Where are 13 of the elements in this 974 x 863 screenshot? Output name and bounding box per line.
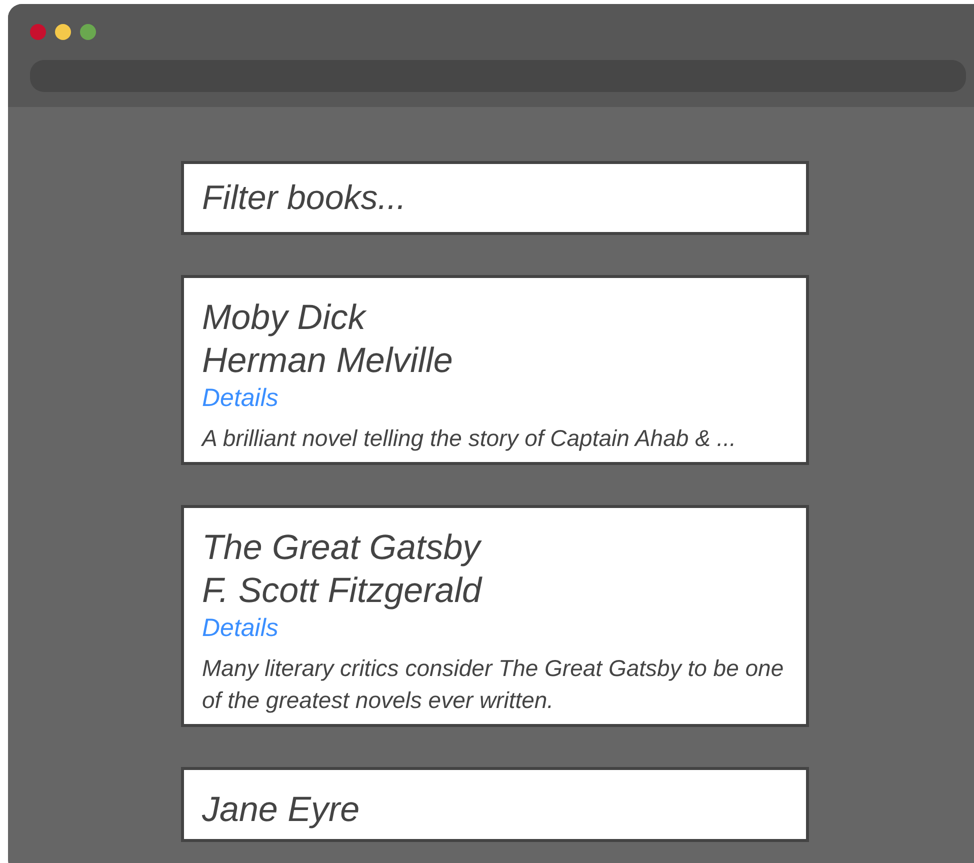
- maximize-icon[interactable]: [80, 24, 96, 40]
- close-icon[interactable]: [30, 24, 46, 40]
- details-link[interactable]: Details: [202, 612, 788, 644]
- book-title: The Great Gatsby: [202, 527, 483, 569]
- book-title: Moby Dick: [202, 297, 368, 339]
- book-description: Many literary critics consider The Great Gatsby to be one of the greatest novels ever written.: [202, 654, 785, 715]
- book-description: A brilliant novel telling the story of Captain Ahab & ...: [202, 424, 737, 453]
- details-link[interactable]: Details: [202, 382, 788, 414]
- minimize-icon[interactable]: [55, 24, 71, 40]
- book-author: F. Scott Fitzgerald: [202, 570, 484, 612]
- book-author: Herman Melville: [202, 340, 454, 382]
- filter-field[interactable]: Filter books...: [181, 161, 809, 235]
- book-title: Jane Eyre: [202, 789, 361, 831]
